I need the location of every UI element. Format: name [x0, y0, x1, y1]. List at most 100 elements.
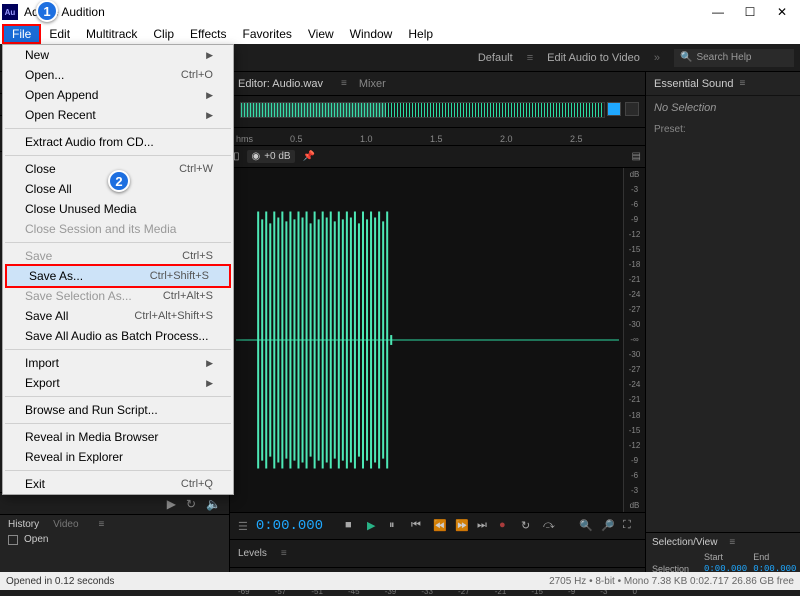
- zoom-out-icon[interactable]: 🔎: [601, 519, 615, 533]
- menu-item-save-as[interactable]: Save As...Ctrl+Shift+S: [7, 266, 229, 286]
- tab-history[interactable]: History: [8, 519, 39, 530]
- zoom-fit-icon[interactable]: ⛶: [623, 519, 637, 533]
- menu-item-import[interactable]: Import ▶: [3, 353, 233, 373]
- nav-channel-icon[interactable]: [607, 102, 621, 116]
- menu-edit[interactable]: Edit: [41, 24, 78, 44]
- menu-item-label: Extract Audio from CD...: [25, 135, 154, 149]
- menu-item-reveal-in-explorer[interactable]: Reveal in Explorer: [3, 447, 233, 467]
- sv-title: Selection/View: [652, 537, 717, 548]
- hud-pin-icon[interactable]: 📌: [303, 151, 315, 162]
- nav-settings-icon[interactable]: [625, 102, 639, 116]
- timecode-menu-icon[interactable]: ☰: [238, 520, 248, 533]
- sv-menu-icon[interactable]: ≡: [729, 537, 735, 548]
- workspace-menu-icon[interactable]: ≡: [527, 52, 533, 64]
- db-label: -21: [624, 275, 645, 284]
- annotation-2: 2: [108, 170, 130, 192]
- skip-button[interactable]: ⤼: [543, 519, 557, 533]
- search-help[interactable]: 🔍 Search Help: [674, 49, 794, 67]
- menu-item-exit[interactable]: ExitCtrl+Q: [3, 474, 233, 494]
- menu-item-label: Import: [25, 356, 59, 370]
- menu-favorites[interactable]: Favorites: [235, 24, 300, 44]
- workspace-task[interactable]: Edit Audio to Video: [547, 52, 640, 64]
- menu-item-close-unused-media[interactable]: Close Unused Media: [3, 199, 233, 219]
- hud-db-value: +0 dB: [264, 151, 290, 162]
- waveform-display[interactable]: [236, 172, 619, 508]
- panel-header: Essential Sound ≡: [646, 72, 800, 96]
- submenu-arrow-icon: ▶: [206, 90, 213, 101]
- record-button[interactable]: ●: [499, 519, 513, 533]
- menu-item-extract-audio-from-cd[interactable]: Extract Audio from CD...: [3, 132, 233, 152]
- menu-item-label: Export: [25, 376, 60, 390]
- minimize-button[interactable]: —: [702, 2, 734, 22]
- menu-item-label: Save: [25, 249, 52, 263]
- menu-window[interactable]: Window: [342, 24, 401, 44]
- levels-menu-icon[interactable]: ≡: [281, 548, 287, 559]
- menu-item-new[interactable]: New▶: [3, 45, 233, 65]
- pause-button[interactable]: ⏸: [389, 519, 403, 533]
- menu-item-save-all[interactable]: Save AllCtrl+Alt+Shift+S: [3, 306, 233, 326]
- ruler-tick: 1.0: [360, 134, 373, 144]
- submenu-arrow-icon: ▶: [206, 110, 213, 121]
- menu-separator: [5, 128, 231, 129]
- workspace-default[interactable]: Default: [478, 52, 513, 64]
- sv-col-end: End: [753, 552, 796, 562]
- hud-volume[interactable]: ◉ +0 dB: [247, 150, 294, 163]
- menu-item-label: Open Append: [25, 88, 98, 102]
- submenu-arrow-icon: ▶: [206, 358, 213, 369]
- menu-clip[interactable]: Clip: [145, 24, 182, 44]
- menu-help[interactable]: Help: [400, 24, 441, 44]
- menu-effects[interactable]: Effects: [182, 24, 234, 44]
- file-menu-dropdown: New▶Open...Ctrl+OOpen Append▶Open Recent…: [2, 44, 234, 495]
- menu-item-open-append[interactable]: Open Append ▶: [3, 85, 233, 105]
- navigator[interactable]: [230, 96, 645, 128]
- menu-multitrack[interactable]: Multitrack: [78, 24, 145, 44]
- zoom-in-icon[interactable]: 🔍: [579, 519, 593, 533]
- timecode-display[interactable]: 0:00.000: [256, 518, 323, 534]
- transport-next-button[interactable]: ⏭: [477, 519, 491, 533]
- loop-button[interactable]: ↻: [521, 519, 535, 533]
- db-label: -24: [624, 380, 645, 389]
- menu-item-save-all-audio-as-batch-process[interactable]: Save All Audio as Batch Process...: [3, 326, 233, 346]
- panel-menu-icon[interactable]: ≡: [99, 519, 105, 530]
- transport-prev-button[interactable]: ⏮: [411, 519, 425, 533]
- history-label: Open: [24, 534, 48, 545]
- stop-button[interactable]: ■: [345, 519, 359, 533]
- maximize-button[interactable]: ☐: [734, 2, 766, 22]
- transport-ffw-button[interactable]: ⏩: [455, 519, 469, 533]
- panel-menu-icon[interactable]: ≡: [740, 78, 746, 89]
- menu-item-label: Close: [25, 162, 56, 176]
- history-item-open[interactable]: Open: [8, 534, 221, 545]
- submenu-arrow-icon: ▶: [206, 378, 213, 389]
- db-label: -9: [624, 456, 645, 465]
- time-ruler[interactable]: hms 0.5 1.0 1.5 2.0 2.5: [230, 128, 645, 146]
- tab-video[interactable]: Video: [53, 519, 78, 530]
- loop-icon[interactable]: ↻: [186, 497, 196, 511]
- play-icon[interactable]: ▶: [167, 497, 176, 511]
- tab-menu-icon[interactable]: ≡: [341, 78, 347, 89]
- menu-item-browse-and-run-script[interactable]: Browse and Run Script...: [3, 400, 233, 420]
- preset-row[interactable]: Preset:: [646, 120, 800, 139]
- hud-spectral-icon[interactable]: ▤: [632, 151, 641, 162]
- waveform-area[interactable]: dB -3 -6 -9 -12 -15 -18 -21 -24 -27 -30 …: [230, 168, 645, 512]
- transport-rew-button[interactable]: ⏪: [433, 519, 447, 533]
- navigator-waveform[interactable]: [240, 102, 605, 118]
- menu-item-open[interactable]: Open...Ctrl+O: [3, 65, 233, 85]
- menu-view[interactable]: View: [300, 24, 342, 44]
- menu-file[interactable]: File: [2, 24, 41, 44]
- close-button[interactable]: ✕: [766, 2, 798, 22]
- db-label: -18: [624, 260, 645, 269]
- menu-item-open-recent[interactable]: Open Recent▶: [3, 105, 233, 125]
- submenu-arrow-icon: ▶: [206, 50, 213, 61]
- menu-shortcut: Ctrl+Q: [181, 478, 213, 490]
- workspace-more-icon[interactable]: »: [654, 52, 660, 64]
- tab-editor[interactable]: Editor: Audio.wav: [238, 78, 323, 90]
- mute-icon[interactable]: 🔈: [206, 497, 221, 511]
- tab-mixer[interactable]: Mixer: [359, 78, 386, 90]
- menu-item-reveal-in-media-browser[interactable]: Reveal in Media Browser: [3, 427, 233, 447]
- db-label: -24: [624, 290, 645, 299]
- menu-item-export[interactable]: Export ▶: [3, 373, 233, 393]
- db-label: -15: [624, 245, 645, 254]
- db-label: -21: [624, 395, 645, 404]
- hud-row: ◧ ◉ +0 dB 📌 ▤: [230, 146, 645, 168]
- play-button[interactable]: ▶: [367, 519, 381, 533]
